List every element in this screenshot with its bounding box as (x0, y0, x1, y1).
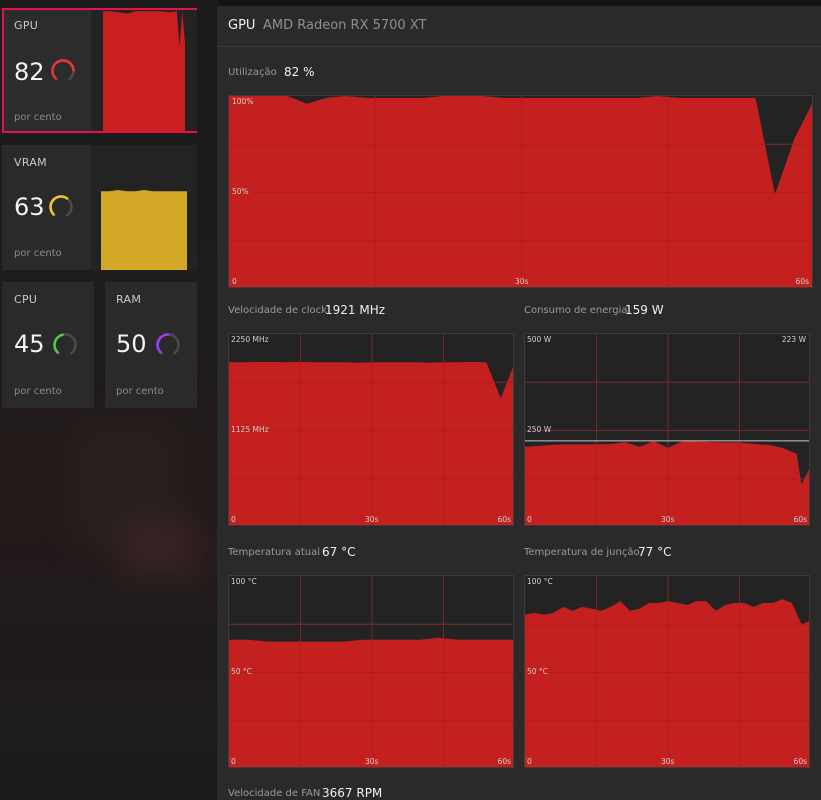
clock-xtick-end: 60s (497, 515, 511, 524)
temp-chart: 100 °C 50 °C 0 30s 60s (228, 575, 514, 768)
temp-value: 67 °C (322, 545, 356, 559)
junction-chart: 100 °C 50 °C 0 30s 60s (524, 575, 810, 768)
power-ytick-mid: 250 W (527, 425, 552, 434)
power-label: Consumo de energia (524, 305, 628, 316)
ram-tile-label: RAM (116, 293, 142, 306)
ram-tile-unit: por cento (116, 386, 164, 397)
fan-value: 3667 RPM (322, 786, 383, 800)
gpu-tile-label: GPU (14, 19, 39, 32)
junction-xtick-end: 60s (793, 757, 807, 766)
ram-gauge-icon (156, 332, 180, 355)
util-ytick-mid: 50% (232, 187, 249, 196)
vram-tile-unit: por cento (14, 248, 62, 259)
power-chart: 500 W 223 W 250 W 0 30s 60s (524, 333, 810, 526)
gpu-tile-unit: por cento (14, 112, 62, 123)
vram-sparkline (91, 145, 197, 270)
vram-tile-value: 63 (14, 193, 45, 221)
clock-ytick-zero: 0 (231, 515, 236, 524)
util-value: 82 % (284, 65, 315, 79)
temp-ytick-zero: 0 (231, 757, 236, 766)
clock-ytick-mid: 1125 MHz (231, 425, 269, 434)
util-label: Utilização (228, 67, 277, 78)
power-xtick-end: 60s (793, 515, 807, 524)
divider (217, 46, 821, 47)
util-ytick-top: 100% (232, 97, 254, 106)
clock-value: 1921 MHz (325, 303, 386, 317)
gpu-tile-value: 82 (14, 58, 45, 86)
gpu-tile[interactable]: GPU 82 por cento (2, 8, 197, 133)
clock-ytick-top: 2250 MHz (231, 335, 269, 344)
power-ytick-zero: 0 (527, 515, 532, 524)
cpu-gauge-icon (53, 332, 77, 355)
junction-ytick-zero: 0 (527, 757, 532, 766)
cpu-tile-label: CPU (14, 293, 38, 306)
cpu-tile-value: 45 (14, 330, 45, 358)
vram-tile[interactable]: VRAM 63 por cento (2, 145, 197, 270)
device-name: AMD Radeon RX 5700 XT (263, 18, 427, 33)
area-series (101, 190, 187, 270)
power-ytick-max: 223 W (781, 335, 806, 344)
junction-ytick-mid: 50 °C (527, 667, 548, 676)
util-chart: 100% 50% 0 30s 60s (228, 95, 813, 288)
ram-tile[interactable]: RAM 50 por cento (105, 282, 197, 408)
util-xtick-mid: 30s (515, 277, 529, 286)
vram-tile-label: VRAM (14, 156, 47, 169)
clock-label: Velocidade de clock (228, 305, 327, 316)
junction-xtick-mid: 30s (661, 757, 675, 766)
gpu-sparkline (91, 10, 197, 132)
ram-tile-value: 50 (116, 330, 147, 358)
fan-label: Velocidade de FAN (228, 788, 321, 799)
temp-xtick-mid: 30s (365, 757, 379, 766)
vram-gauge-icon (49, 194, 73, 217)
clock-chart: 2250 MHz 1125 MHz 0 30s 60s (228, 333, 514, 526)
junction-label: Temperatura de junção (524, 547, 640, 558)
util-ytick-zero: 0 (232, 277, 237, 286)
temp-xtick-end: 60s (497, 757, 511, 766)
power-value: 159 W (625, 303, 664, 317)
cpu-tile[interactable]: CPU 45 por cento (2, 282, 94, 408)
util-xtick-end: 60s (795, 277, 809, 286)
background-blur (120, 520, 200, 580)
power-ytick-top: 500 W (527, 335, 552, 344)
clock-xtick-mid: 30s (365, 515, 379, 524)
temp-label: Temperatura atual (228, 547, 321, 558)
junction-ytick-top: 100 °C (527, 577, 553, 586)
area-series (103, 11, 185, 132)
junction-value: 77 °C (638, 545, 672, 559)
gpu-gauge-icon (51, 58, 75, 81)
cpu-tile-unit: por cento (14, 386, 62, 397)
temp-ytick-top: 100 °C (231, 577, 257, 586)
temp-ytick-mid: 50 °C (231, 667, 252, 676)
power-xtick-mid: 30s (661, 515, 675, 524)
panel-title: GPU (228, 18, 256, 33)
gpu-detail-panel: GPU AMD Radeon RX 5700 XT Utilização 82 … (217, 6, 821, 800)
